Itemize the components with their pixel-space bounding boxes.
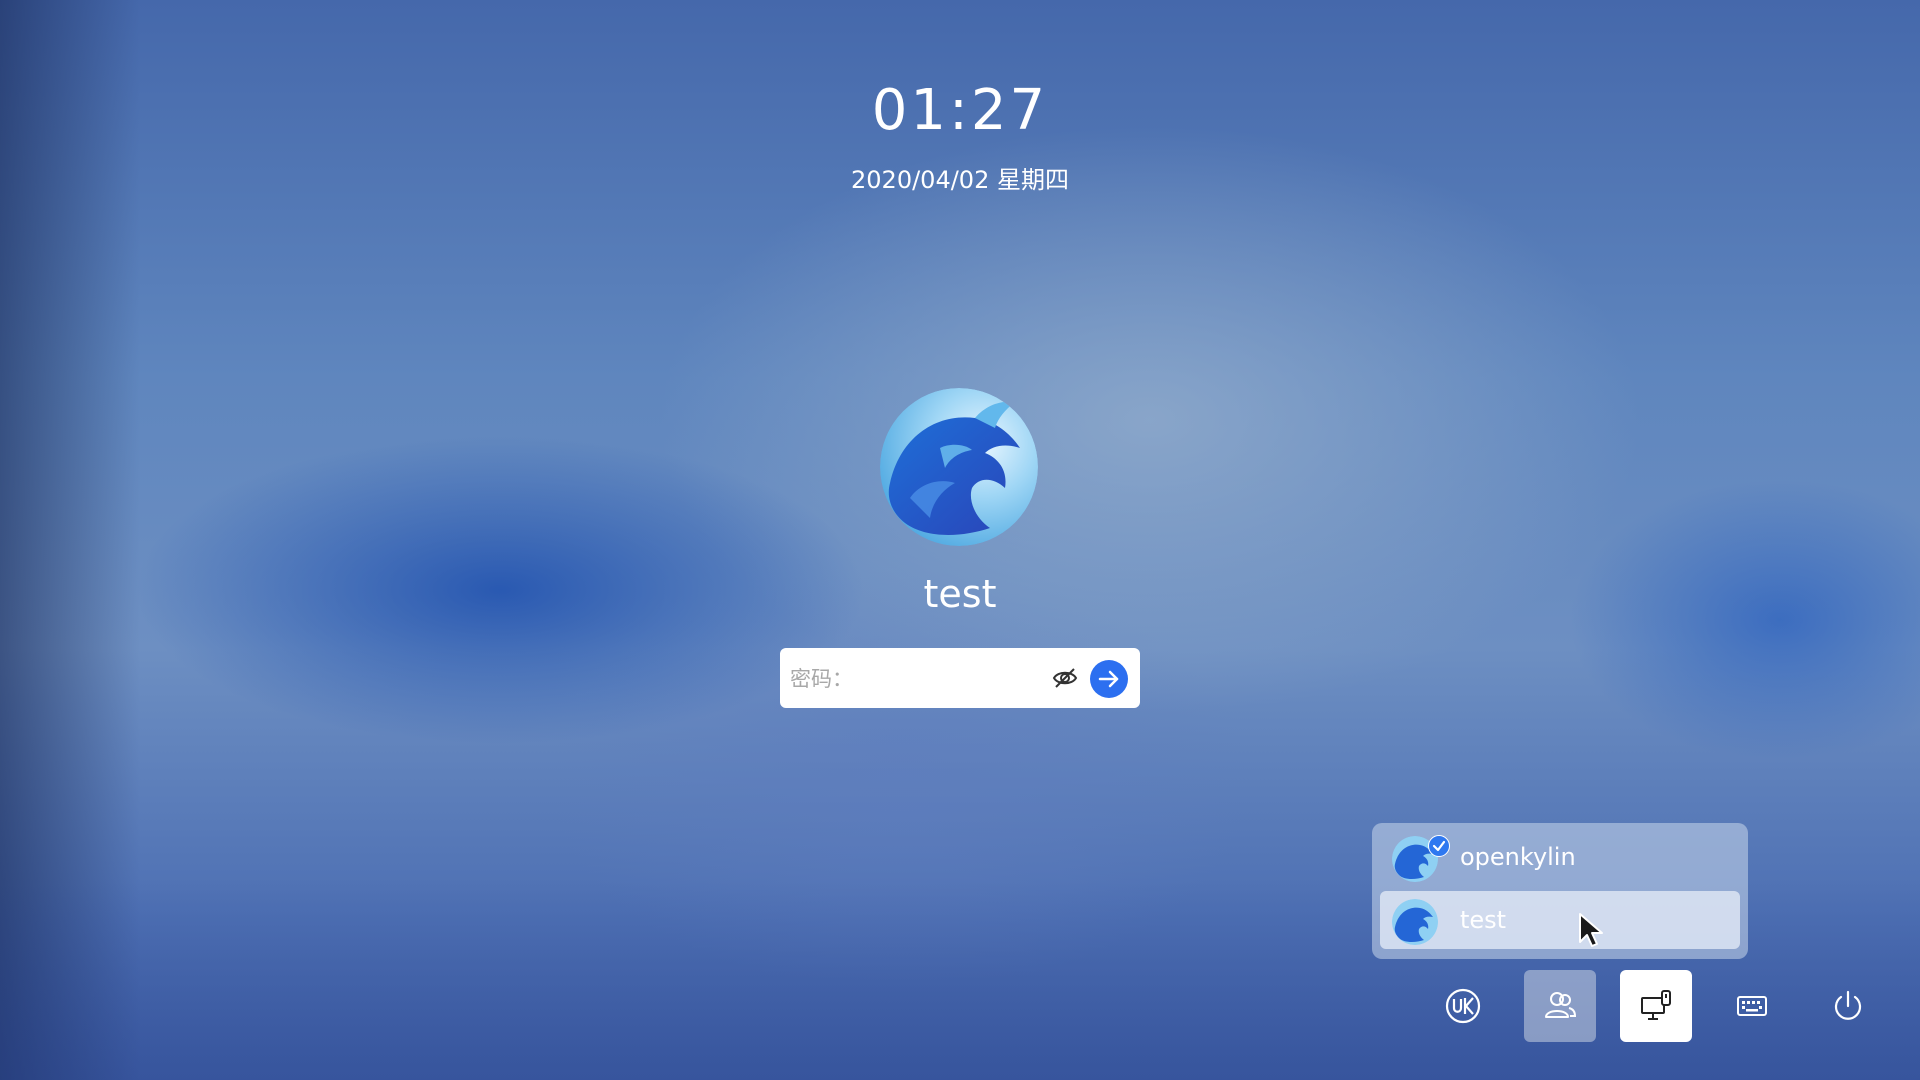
user-avatar xyxy=(880,388,1038,546)
switch-user-icon xyxy=(1545,992,1577,1018)
clock-time: 01:27 xyxy=(871,78,1049,143)
avatar xyxy=(1392,899,1438,945)
mouse-cursor-icon xyxy=(1578,912,1606,952)
power-button[interactable] xyxy=(1812,970,1884,1042)
user-list-item-label: openkylin xyxy=(1460,843,1576,871)
ukui-logo-icon xyxy=(1445,988,1481,1024)
remote-desktop-icon xyxy=(1641,990,1671,1020)
user-list-item-openkylin[interactable]: openkylin xyxy=(1380,828,1740,886)
remote-desktop-button[interactable] xyxy=(1620,970,1692,1042)
show-password-icon[interactable] xyxy=(1052,666,1078,690)
password-box xyxy=(780,648,1140,708)
login-username: test xyxy=(923,572,997,616)
power-icon xyxy=(1834,990,1862,1020)
user-list-item-label: test xyxy=(1460,906,1507,934)
password-input[interactable] xyxy=(788,658,1032,700)
ukui-logo-button[interactable] xyxy=(1427,970,1499,1042)
logged-in-check-icon xyxy=(1428,835,1450,857)
virtual-keyboard-button[interactable] xyxy=(1716,970,1788,1042)
user-switch-panel: openkylin test xyxy=(1372,823,1748,959)
arrow-right-icon xyxy=(1098,670,1119,688)
clock-date: 2020/04/02 星期四 xyxy=(851,166,1069,194)
login-submit-button[interactable] xyxy=(1090,660,1128,698)
virtual-keyboard-icon xyxy=(1737,996,1767,1016)
user-list-item-test[interactable]: test xyxy=(1380,891,1740,949)
switch-user-button[interactable] xyxy=(1524,970,1596,1042)
